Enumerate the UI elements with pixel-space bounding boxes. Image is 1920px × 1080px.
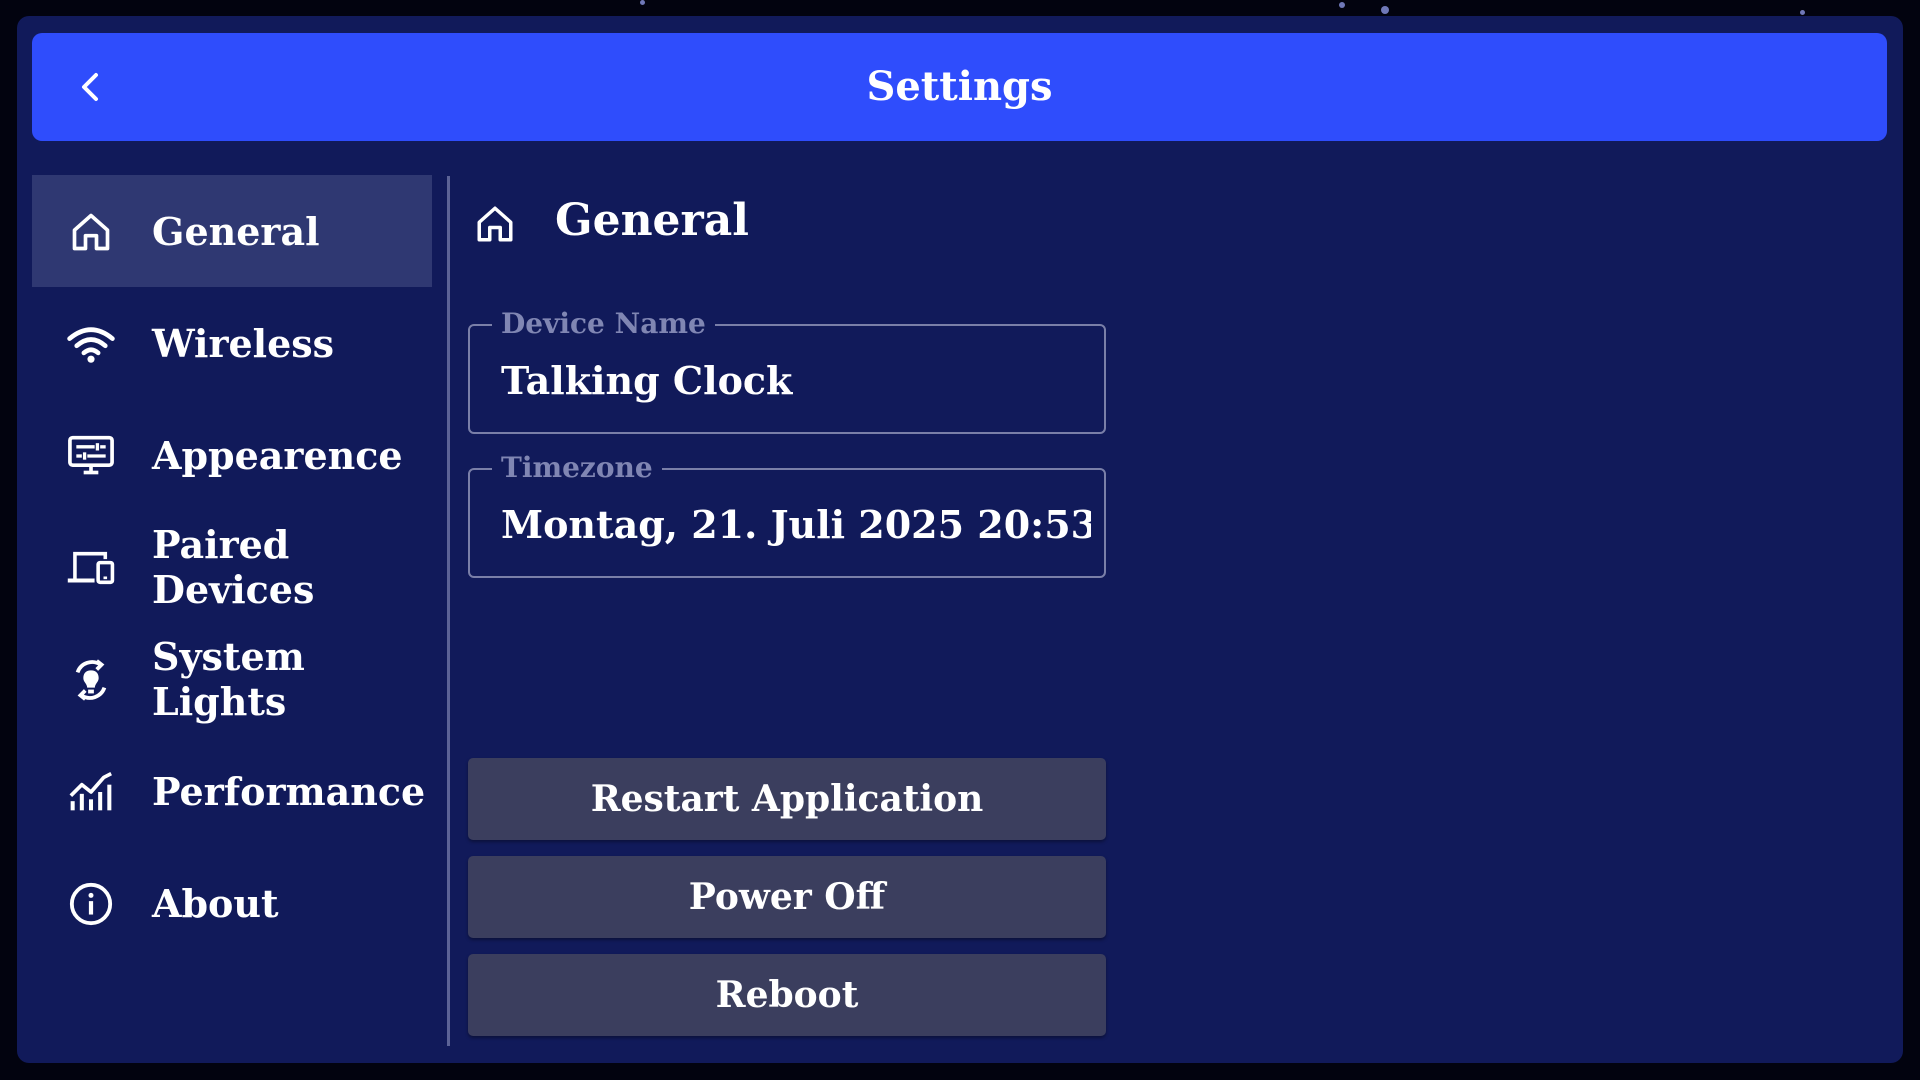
star xyxy=(1339,2,1345,8)
reboot-button[interactable]: Reboot xyxy=(468,954,1106,1036)
sidebar-item-performance[interactable]: Performance xyxy=(32,735,432,847)
section-title: General xyxy=(555,195,749,246)
power-off-button[interactable]: Power Off xyxy=(468,856,1106,938)
device-name-input[interactable] xyxy=(501,356,1091,406)
sidebar-item-system-lights[interactable]: System Lights xyxy=(32,623,432,735)
star xyxy=(1800,10,1805,15)
chart-icon xyxy=(66,767,116,817)
sidebar: General Wireless Appearence Paired Devic… xyxy=(32,175,432,959)
sidebar-divider xyxy=(447,176,450,1046)
wifi-icon xyxy=(66,319,116,369)
device-name-field[interactable]: Device Name xyxy=(468,304,1106,434)
page-title: Settings xyxy=(866,63,1053,110)
display-settings-icon xyxy=(66,431,116,481)
sidebar-item-general[interactable]: General xyxy=(32,175,432,287)
timezone-label: Timezone xyxy=(492,448,662,488)
restart-application-button[interactable]: Restart Application xyxy=(468,758,1106,840)
sidebar-item-label: System Lights xyxy=(152,634,305,724)
settings-window: Settings General Wireless Appearence Pai… xyxy=(17,16,1903,1063)
device-name-label: Device Name xyxy=(492,304,715,344)
star xyxy=(640,0,645,5)
star xyxy=(1381,6,1389,14)
home-icon xyxy=(66,207,116,257)
sidebar-item-label: Performance xyxy=(152,768,426,814)
sidebar-item-label: Wireless xyxy=(152,320,335,366)
sidebar-item-appearence[interactable]: Appearence xyxy=(32,399,432,511)
sidebar-item-about[interactable]: About xyxy=(32,847,432,959)
sidebar-item-label: General xyxy=(152,208,320,254)
header-bar: Settings xyxy=(32,33,1887,141)
sidebar-item-label: About xyxy=(152,880,279,926)
info-icon xyxy=(66,879,116,929)
home-icon xyxy=(472,201,518,247)
timezone-field[interactable]: Timezone xyxy=(468,448,1106,578)
timezone-input[interactable] xyxy=(501,500,1091,550)
devices-icon xyxy=(66,543,116,593)
light-sync-icon xyxy=(66,655,116,705)
sidebar-item-label: Paired Devices xyxy=(152,522,315,612)
sidebar-item-wireless[interactable]: Wireless xyxy=(32,287,432,399)
sidebar-item-paired-devices[interactable]: Paired Devices xyxy=(32,511,432,623)
sidebar-item-label: Appearence xyxy=(152,432,403,478)
